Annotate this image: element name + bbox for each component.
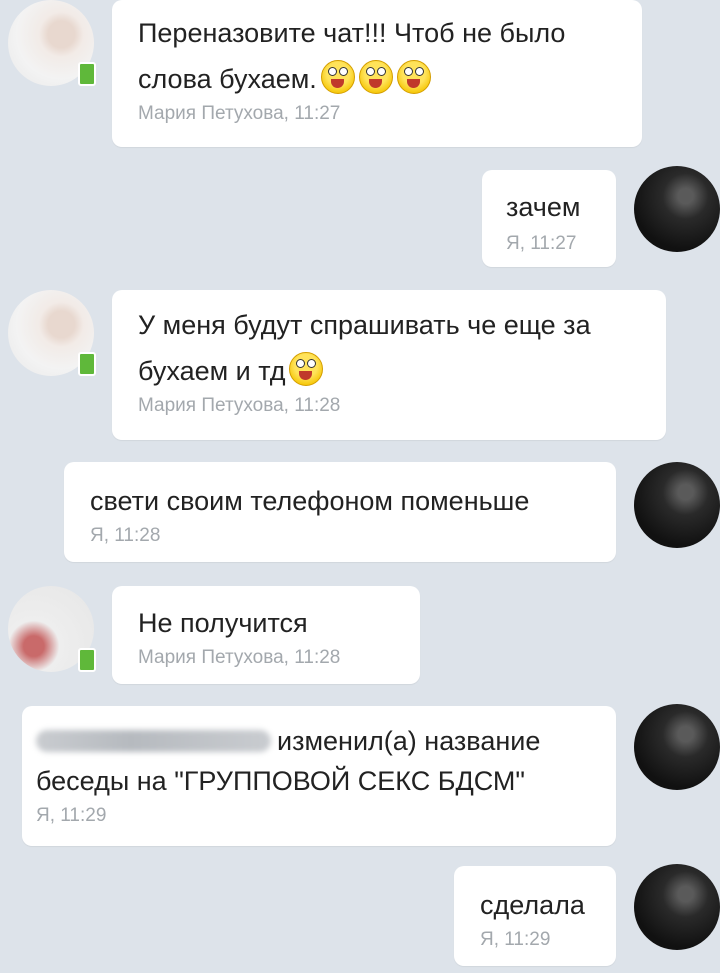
laughing-emoji-icon [320, 60, 355, 94]
message-text: У меня будут спрашивать че еще за [138, 310, 591, 340]
message-meta: Мария Петухова, 11:28 [138, 647, 341, 668]
message-text: слова бухаем. [138, 56, 642, 102]
avatar[interactable] [634, 462, 720, 548]
message-bubble[interactable]: свети своим телефоном поменьше Я, 11:28 [64, 462, 616, 562]
message-text: Переназовите чат!!! Чтоб не было [138, 18, 566, 48]
laughing-emoji-icon [289, 352, 324, 386]
message-meta: Я, 11:28 [90, 525, 161, 546]
message-meta: Я, 11:29 [36, 805, 107, 826]
message-bubble[interactable]: Не получится Мария Петухова, 11:28 [112, 586, 420, 684]
message-text: беседы на "ГРУППОВОЙ СЕКС БДСМ" [36, 766, 526, 796]
blurred-username [36, 730, 271, 752]
laughing-emoji-icon [358, 60, 393, 94]
laughing-emoji-icon [396, 60, 431, 94]
mobile-online-icon [78, 352, 96, 376]
avatar[interactable] [634, 166, 720, 252]
avatar[interactable] [634, 864, 720, 950]
message-meta: Я, 11:27 [506, 233, 577, 254]
message-text: свети своим телефоном поменьше [90, 486, 530, 516]
message-meta: Мария Петухова, 11:27 [138, 103, 341, 124]
message-meta: Мария Петухова, 11:28 [138, 395, 341, 416]
message-text: Не получится [138, 608, 308, 638]
message-text: бухаем и тд [138, 348, 666, 394]
message-bubble[interactable]: У меня будут спрашивать че еще за бухаем… [112, 290, 666, 440]
message-meta: Я, 11:29 [480, 929, 551, 950]
avatar[interactable] [634, 704, 720, 790]
message-text: зачем [506, 192, 581, 222]
message-bubble[interactable]: изменил(а) название беседы на "ГРУППОВОЙ… [22, 706, 616, 846]
mobile-online-icon [78, 648, 96, 672]
message-bubble[interactable]: зачем Я, 11:27 [482, 170, 616, 267]
message-text: сделала [480, 890, 585, 920]
message-bubble[interactable]: сделала Я, 11:29 [454, 866, 616, 966]
message-bubble[interactable]: Переназовите чат!!! Чтоб не было слова б… [112, 0, 642, 147]
mobile-online-icon [78, 62, 96, 86]
